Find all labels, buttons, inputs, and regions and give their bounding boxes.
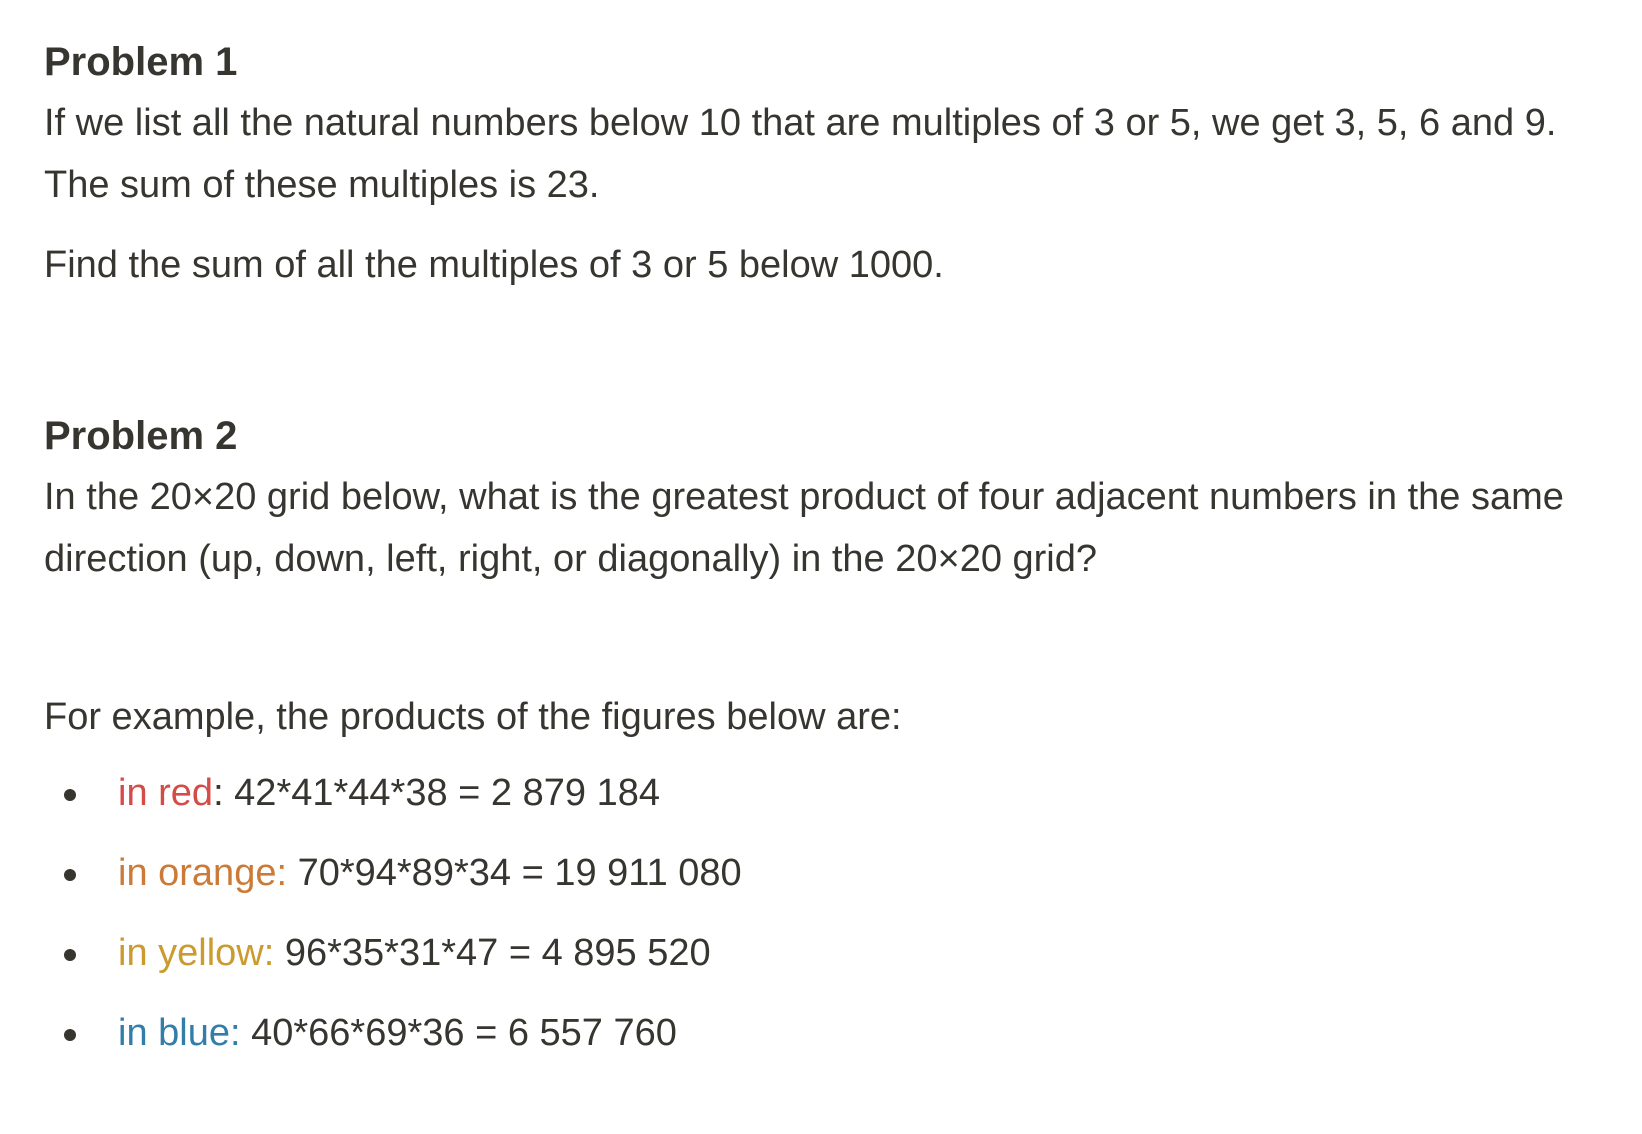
document-page: Problem 1 If we list all the natural num… — [0, 0, 1642, 1134]
problem-2-text: In the 20×20 grid below, what is the gre… — [44, 476, 1564, 580]
example-intro: For example, the products of the figures… — [44, 696, 902, 738]
problem-1-title: Problem 1 — [44, 40, 238, 84]
list-item-orange: in orange: 70*94*89*34 = 19 911 080 — [44, 842, 1598, 904]
problem-1-question: Find the sum of all the multiples of 3 o… — [44, 244, 944, 286]
example-label-orange: in orange: — [118, 852, 288, 894]
example-value-yellow: 96*35*31*47 = 4 895 520 — [274, 932, 711, 974]
example-label-yellow: in yellow: — [118, 932, 275, 974]
example-value-blue: 40*66*69*36 = 6 557 760 — [240, 1012, 677, 1054]
example-value-orange: 70*94*89*34 = 19 911 080 — [287, 852, 742, 894]
example-label-blue: in blue: — [118, 1012, 241, 1054]
example-value-red: : 42*41*44*38 = 2 879 184 — [213, 772, 660, 814]
bullet-dot-icon — [64, 869, 76, 881]
example-label-red: in red — [118, 772, 214, 814]
problem-2-title: Problem 2 — [44, 414, 238, 458]
bullet-dot-icon — [64, 949, 76, 961]
list-item-yellow: in yellow: 96*35*31*47 = 4 895 520 — [44, 922, 1598, 984]
problem-1-text: If we list all the natural numbers below… — [44, 102, 1557, 206]
list-item-red: in red: 42*41*44*38 = 2 879 184 — [44, 762, 1598, 824]
example-list: in red: 42*41*44*38 = 2 879 184 in orang… — [44, 762, 1598, 1064]
list-item-blue: in blue: 40*66*69*36 = 6 557 760 — [44, 1002, 1598, 1064]
bullet-dot-icon — [64, 789, 76, 801]
bullet-dot-icon — [64, 1029, 76, 1041]
